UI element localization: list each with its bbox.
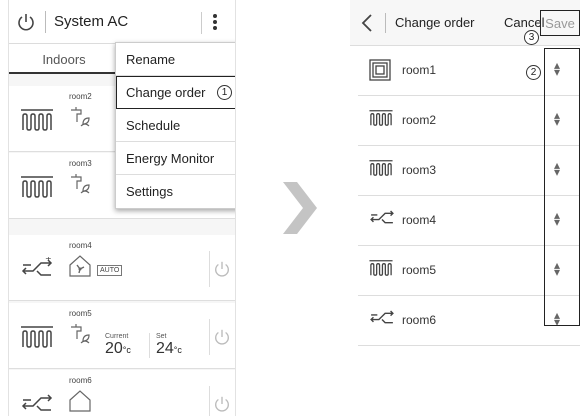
room-name: room2 xyxy=(402,113,437,127)
overflow-menu: Rename Change order 1 Schedule Energy Mo… xyxy=(115,42,235,209)
faucet-icon xyxy=(67,104,93,135)
room-power-button[interactable] xyxy=(209,386,233,416)
house-fan-icon xyxy=(67,253,93,284)
callout-marker: 1 xyxy=(217,85,232,100)
temp-unit: °c xyxy=(173,345,182,355)
room-name: room6 xyxy=(69,376,92,385)
ventilation-icon xyxy=(368,208,396,233)
floor-heating-icon xyxy=(19,325,55,354)
room-name: room1 xyxy=(402,63,437,77)
floor-heating-icon xyxy=(368,258,394,283)
room-name: room3 xyxy=(402,163,437,177)
menu-item-change-order[interactable]: Change order 1 xyxy=(116,76,235,109)
drag-handles-highlight xyxy=(544,48,580,326)
room-name: room5 xyxy=(402,263,437,277)
current-temp: Current 20°c xyxy=(105,333,131,358)
room-card[interactable]: room5 Current 20°c Set 24°c xyxy=(9,303,235,369)
set-label: Set xyxy=(156,333,167,340)
menu-item-label: Change order xyxy=(126,84,206,100)
save-button[interactable]: Save xyxy=(540,10,580,36)
more-menu-icon[interactable] xyxy=(203,10,227,34)
ventilation-icon: + xyxy=(19,254,55,286)
menu-item-schedule[interactable]: Schedule xyxy=(116,109,235,142)
header-divider xyxy=(45,10,46,33)
square-unit-icon xyxy=(368,58,392,87)
header-divider xyxy=(385,13,386,33)
room-power-button[interactable] xyxy=(209,319,233,355)
page-title: Change order xyxy=(395,15,475,30)
faucet-icon xyxy=(67,321,93,352)
back-icon[interactable] xyxy=(360,13,374,38)
floor-heating-icon xyxy=(19,175,55,204)
room-card[interactable]: room6 xyxy=(9,370,235,416)
current-value: 20 xyxy=(105,340,123,357)
ventilation-icon xyxy=(368,308,396,333)
chevron-right-icon xyxy=(283,182,317,239)
page-title: System AC xyxy=(54,13,129,30)
set-temp: Set 24°c xyxy=(149,333,182,358)
menu-item-settings[interactable]: Settings xyxy=(116,175,235,208)
room-name: room4 xyxy=(402,213,437,227)
power-icon[interactable] xyxy=(15,11,37,33)
cancel-button[interactable]: Cancel xyxy=(504,15,544,30)
svg-text:+: + xyxy=(45,257,52,263)
ventilation-icon xyxy=(19,392,55,416)
auto-mode-badge: AUTO xyxy=(97,265,123,276)
room-name: room2 xyxy=(69,92,92,101)
set-value: 24 xyxy=(156,340,174,357)
floor-heating-icon xyxy=(368,158,394,183)
current-label: Current xyxy=(105,333,129,340)
menu-item-energy-monitor[interactable]: Energy Monitor xyxy=(116,142,235,175)
left-phone-screen: System AC Indoors room2 room3 room4 + AU… xyxy=(8,0,236,416)
room-power-button[interactable] xyxy=(209,251,233,287)
tab-indoors[interactable]: Indoors xyxy=(9,44,119,74)
callout-marker: 3 xyxy=(524,30,539,45)
temp-unit: °c xyxy=(122,345,131,355)
floor-heating-icon xyxy=(19,108,55,137)
kebab-divider xyxy=(201,12,202,34)
room-card[interactable]: room4 + AUTO xyxy=(9,235,235,301)
change-order-header: Change order Cancel Save 3 xyxy=(350,0,580,46)
room-name: room3 xyxy=(69,159,92,168)
menu-item-rename[interactable]: Rename xyxy=(116,43,235,76)
house-icon xyxy=(67,388,93,416)
room-name: room5 xyxy=(69,309,92,318)
faucet-icon xyxy=(67,171,93,202)
room-name: room4 xyxy=(69,241,92,250)
room-name: room6 xyxy=(402,313,437,327)
floor-heating-icon xyxy=(368,108,394,133)
